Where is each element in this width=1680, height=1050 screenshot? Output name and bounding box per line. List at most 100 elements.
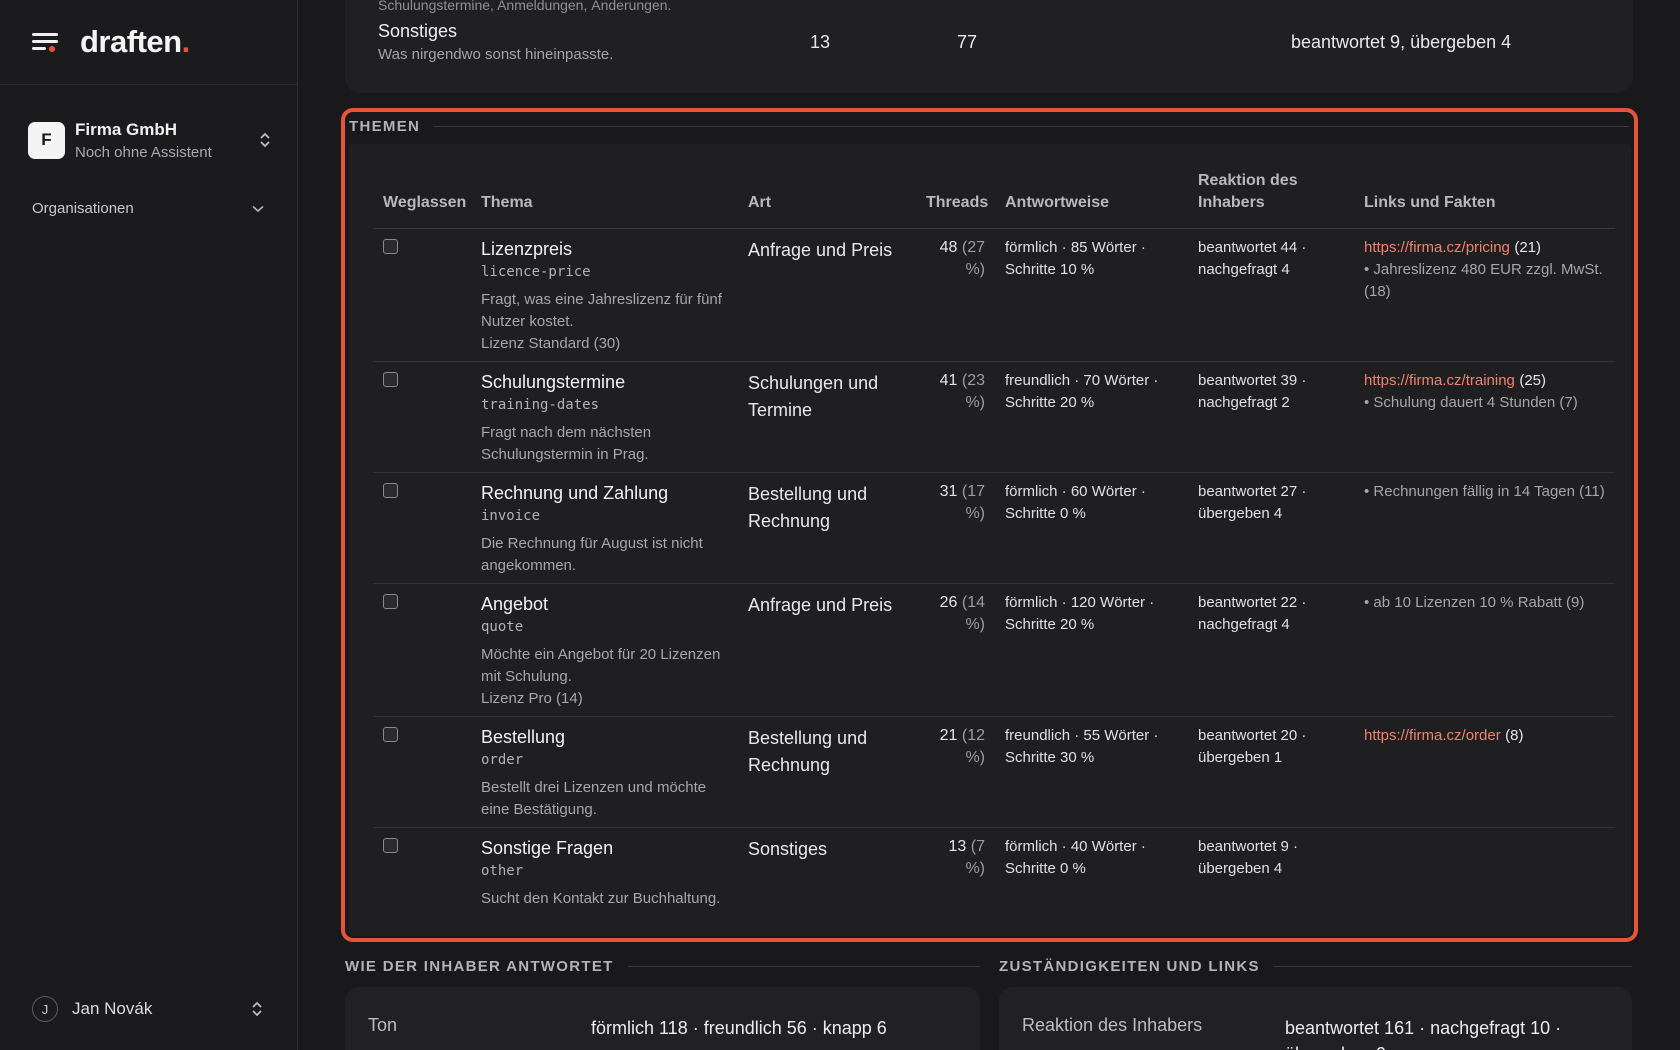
topic-slug: other <box>481 863 524 879</box>
omit-cell <box>373 228 471 362</box>
topic-sample: Die Rechnung für August ist nicht angeko… <box>481 533 728 577</box>
tone-label: Ton <box>368 1015 398 1035</box>
table-header-row: Weglassen Thema Art Threads Antwortweise… <box>373 170 1615 229</box>
topics-table: Weglassen Thema Art Threads Antwortweise… <box>373 170 1615 916</box>
topic-cell: Bestellung order Bestellt drei Lizenzen un… <box>471 716 738 828</box>
topic-slug: training-dates <box>481 397 600 413</box>
topic-name: Rechnung und Zahlung <box>481 483 669 503</box>
tone-value: förmlich 118 · freundlich 56 · knapp 6 <box>591 1018 887 1038</box>
topic-sample: Möchte ein Angebot für 20 Lizenzen mit S… <box>481 644 728 710</box>
thread-percent: (7 %) <box>965 838 985 877</box>
reaction-cell: beantwortet 20 · übergeben 1 <box>1188 716 1354 828</box>
links-cell: • Rechnungen fällig in 14 Tagen (11) <box>1354 472 1615 584</box>
category-count: 13 <box>810 32 831 52</box>
column-header-reaction: Reaktion des Inhabers <box>1188 170 1354 229</box>
style-cell: freundlich · 70 Wörter · Schritte 20 % <box>995 361 1188 473</box>
links-cell: https://firma.cz/order (8) <box>1354 716 1615 828</box>
column-header-omit: Weglassen <box>373 170 471 229</box>
themen-title: THEMEN <box>349 118 421 135</box>
responsibilities-card: Reaktion des Inhabers beantwortet 161 · … <box>999 987 1632 1050</box>
thread-percent: (14 %) <box>961 594 985 633</box>
owner-reaction: beantwortet 44 · nachgefragt 4 <box>1198 239 1307 278</box>
answer-style: förmlich · 40 Wörter · Schritte 0 % <box>1005 838 1146 877</box>
answer-style: freundlich · 55 Wörter · Schritte 30 % <box>1005 727 1159 766</box>
organizations-toggle[interactable]: Organisationen <box>32 200 264 217</box>
category-name: Sonstiges <box>378 21 458 41</box>
link-count: (8) <box>1505 727 1524 744</box>
org-name: Firma GmbH <box>75 119 178 139</box>
topic-slug: licence-price <box>481 264 591 280</box>
topic-type: Bestellung und Rechnung <box>748 728 868 775</box>
type-cell: Anfrage und Preis <box>738 228 916 362</box>
topic-sample: Fragt nach dem nächsten Schulungstermin … <box>481 422 728 466</box>
topic-fact: • Schulung dauert 4 Stunden (7) <box>1364 394 1578 411</box>
omit-checkbox[interactable] <box>383 372 398 387</box>
threads-cell: 13 (7 %) <box>916 828 995 917</box>
logo[interactable]: draften. <box>80 24 190 60</box>
section-title: THEMEN <box>349 118 1629 135</box>
table-row: Sonstige Fragen other Sucht den Kontakt zu… <box>373 828 1615 917</box>
thread-percent: (17 %) <box>961 483 985 522</box>
omit-checkbox[interactable] <box>383 483 398 498</box>
category-description: Was nirgendwo sonst hineinpasste. <box>378 46 614 63</box>
link-count: (21) <box>1514 239 1542 256</box>
answer-style: freundlich · 70 Wörter · Schritte 20 % <box>1005 372 1159 411</box>
topic-link[interactable]: https://firma.cz/order <box>1364 727 1501 744</box>
omit-checkbox[interactable] <box>383 838 398 853</box>
omit-checkbox[interactable] <box>383 727 398 742</box>
owner-reaction: beantwortet 9 · übergeben 4 <box>1198 838 1299 877</box>
topic-cell: Rechnung und Zahlung invoice Die Rechnung … <box>471 472 738 584</box>
topic-name: Angebot <box>481 594 549 614</box>
reaction-cell: beantwortet 39 · nachgefragt 2 <box>1188 361 1354 473</box>
omit-checkbox[interactable] <box>383 239 398 254</box>
organization-switcher[interactable]: F Firma GmbH Noch ohne Assistent <box>28 117 272 163</box>
style-cell: förmlich · 85 Wörter · Schritte 10 % <box>995 228 1188 362</box>
topics-card: Weglassen Thema Art Threads Antwortweise… <box>349 144 1631 936</box>
column-header-type: Art <box>738 170 916 229</box>
topic-sample-text: Die Rechnung für August ist nicht angeko… <box>481 535 703 574</box>
topic-type: Anfrage und Preis <box>748 240 893 260</box>
threads-cell: 48 (27 %) <box>916 228 995 362</box>
logo-text: draften <box>80 24 182 59</box>
topic-slug: invoice <box>481 508 541 524</box>
category-count: 77 <box>957 32 978 52</box>
topic-sample-text: Fragt, was eine Jahreslizenz für fünf Nu… <box>481 291 722 330</box>
topic-sample: Bestellt drei Lizenzen und möchte eine B… <box>481 777 728 821</box>
table-row: Bestellung order Bestellt drei Lizenzen un… <box>373 716 1615 828</box>
threads-cell: 26 (14 %) <box>916 583 995 717</box>
org-subtitle: Noch ohne Assistent <box>75 143 212 161</box>
topic-sample: Sucht den Kontakt zur Buchhaltung. <box>481 888 728 910</box>
menu-icon[interactable] <box>32 30 60 54</box>
links-cell: https://firma.cz/training (25) • Schulung… <box>1354 361 1615 473</box>
style-cell: förmlich · 60 Wörter · Schritte 0 % <box>995 472 1188 584</box>
owner-reaction-value: beantwortet 161 · nachgefragt 10 · überg… <box>1285 1018 1562 1050</box>
user-menu[interactable]: J Jan Novák <box>32 996 264 1022</box>
link-count: (25) <box>1519 372 1547 389</box>
answer-style: förmlich · 85 Wörter · Schritte 10 % <box>1005 239 1146 278</box>
threads-cell: 41 (23 %) <box>916 361 995 473</box>
column-header-links: Links und Fakten <box>1354 170 1615 229</box>
table-row: Schulungstermine training-dates Fragt nach… <box>373 361 1615 473</box>
reaction-cell: beantwortet 9 · übergeben 4 <box>1188 828 1354 917</box>
section-title: WIE DER INHABER ANTWORTET <box>345 958 980 975</box>
topic-fact: • ab 10 Lizenzen 10 % Rabatt (9) <box>1364 594 1585 611</box>
omit-cell <box>373 361 471 473</box>
thread-count: 48 <box>939 239 958 256</box>
category-summary-card: Schulungstermine, Anmeldungen, Änderunge… <box>345 0 1633 93</box>
topic-cell: Schulungstermine training-dates Fragt nach… <box>471 361 738 473</box>
responsibilities-title: ZUSTÄNDIGKEITEN UND LINKS <box>999 958 1260 975</box>
reaction-cell: beantwortet 27 · übergeben 4 <box>1188 472 1354 584</box>
column-header-topic: Thema <box>471 170 738 229</box>
topic-link[interactable]: https://firma.cz/training <box>1364 372 1515 389</box>
topic-link[interactable]: https://firma.cz/pricing <box>1364 239 1510 256</box>
topic-sample: Fragt, was eine Jahreslizenz für fünf Nu… <box>481 289 728 355</box>
omit-cell <box>373 716 471 828</box>
answer-style: förmlich · 60 Wörter · Schritte 0 % <box>1005 483 1146 522</box>
style-cell: freundlich · 55 Wörter · Schritte 30 % <box>995 716 1188 828</box>
table-row: Angebot quote Möchte ein Angebot für 20 Li… <box>373 583 1615 717</box>
thread-count: 13 <box>948 838 967 855</box>
column-header-style: Antwortweise <box>995 170 1188 229</box>
type-cell: Sonstiges <box>738 828 916 917</box>
answer-style-title: WIE DER INHABER ANTWORTET <box>345 958 614 975</box>
omit-checkbox[interactable] <box>383 594 398 609</box>
